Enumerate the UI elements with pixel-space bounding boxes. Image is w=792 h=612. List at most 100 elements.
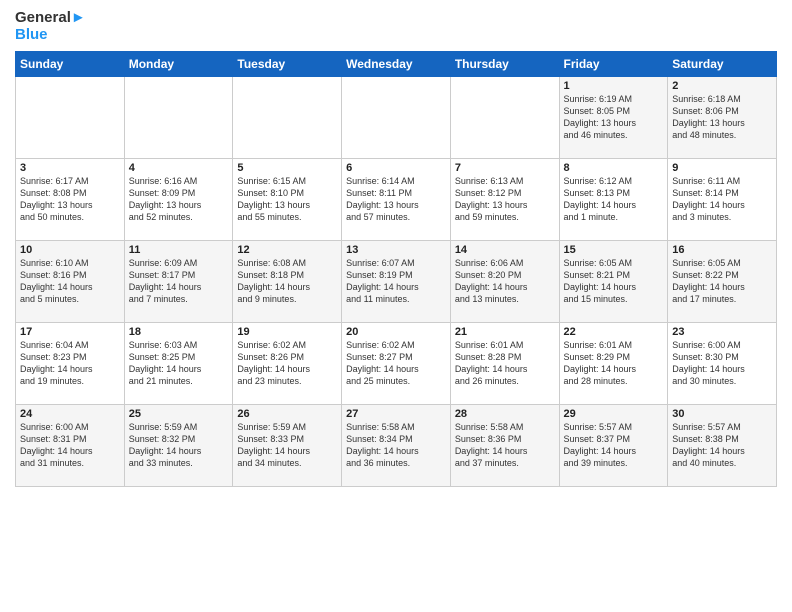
day-info: Sunrise: 6:05 AM Sunset: 8:22 PM Dayligh… [672, 257, 772, 306]
calendar-cell [450, 77, 559, 159]
calendar-cell: 26Sunrise: 5:59 AM Sunset: 8:33 PM Dayli… [233, 405, 342, 487]
day-number: 16 [672, 244, 772, 256]
day-number: 2 [672, 80, 772, 92]
calendar-cell: 25Sunrise: 5:59 AM Sunset: 8:32 PM Dayli… [124, 405, 233, 487]
calendar-cell: 8Sunrise: 6:12 AM Sunset: 8:13 PM Daylig… [559, 159, 668, 241]
calendar-cell: 6Sunrise: 6:14 AM Sunset: 8:11 PM Daylig… [342, 159, 451, 241]
day-info: Sunrise: 6:16 AM Sunset: 8:09 PM Dayligh… [129, 175, 229, 224]
day-info: Sunrise: 5:59 AM Sunset: 8:32 PM Dayligh… [129, 421, 229, 470]
day-number: 13 [346, 244, 446, 256]
day-number: 23 [672, 326, 772, 338]
day-number: 29 [564, 408, 664, 420]
day-info: Sunrise: 6:18 AM Sunset: 8:06 PM Dayligh… [672, 93, 772, 142]
calendar-week-4: 17Sunrise: 6:04 AM Sunset: 8:23 PM Dayli… [16, 323, 777, 405]
day-info: Sunrise: 6:02 AM Sunset: 8:27 PM Dayligh… [346, 339, 446, 388]
day-number: 30 [672, 408, 772, 420]
calendar-week-5: 24Sunrise: 6:00 AM Sunset: 8:31 PM Dayli… [16, 405, 777, 487]
day-info: Sunrise: 6:02 AM Sunset: 8:26 PM Dayligh… [237, 339, 337, 388]
day-info: Sunrise: 6:08 AM Sunset: 8:18 PM Dayligh… [237, 257, 337, 306]
day-number: 6 [346, 162, 446, 174]
calendar-cell: 18Sunrise: 6:03 AM Sunset: 8:25 PM Dayli… [124, 323, 233, 405]
day-info: Sunrise: 6:12 AM Sunset: 8:13 PM Dayligh… [564, 175, 664, 224]
day-number: 22 [564, 326, 664, 338]
day-info: Sunrise: 6:11 AM Sunset: 8:14 PM Dayligh… [672, 175, 772, 224]
calendar-cell [124, 77, 233, 159]
day-info: Sunrise: 5:59 AM Sunset: 8:33 PM Dayligh… [237, 421, 337, 470]
day-info: Sunrise: 5:57 AM Sunset: 8:37 PM Dayligh… [564, 421, 664, 470]
day-info: Sunrise: 5:57 AM Sunset: 8:38 PM Dayligh… [672, 421, 772, 470]
calendar-header-friday: Friday [559, 52, 668, 77]
calendar-header-row: SundayMondayTuesdayWednesdayThursdayFrid… [16, 52, 777, 77]
calendar-cell: 9Sunrise: 6:11 AM Sunset: 8:14 PM Daylig… [668, 159, 777, 241]
day-info: Sunrise: 6:05 AM Sunset: 8:21 PM Dayligh… [564, 257, 664, 306]
calendar-week-2: 3Sunrise: 6:17 AM Sunset: 8:08 PM Daylig… [16, 159, 777, 241]
calendar-cell: 16Sunrise: 6:05 AM Sunset: 8:22 PM Dayli… [668, 241, 777, 323]
day-info: Sunrise: 6:09 AM Sunset: 8:17 PM Dayligh… [129, 257, 229, 306]
day-number: 10 [20, 244, 120, 256]
calendar-cell [342, 77, 451, 159]
calendar-cell: 22Sunrise: 6:01 AM Sunset: 8:29 PM Dayli… [559, 323, 668, 405]
day-number: 25 [129, 408, 229, 420]
calendar-cell: 19Sunrise: 6:02 AM Sunset: 8:26 PM Dayli… [233, 323, 342, 405]
calendar-cell: 30Sunrise: 5:57 AM Sunset: 8:38 PM Dayli… [668, 405, 777, 487]
calendar-header-sunday: Sunday [16, 52, 125, 77]
calendar-cell: 20Sunrise: 6:02 AM Sunset: 8:27 PM Dayli… [342, 323, 451, 405]
calendar-cell: 23Sunrise: 6:00 AM Sunset: 8:30 PM Dayli… [668, 323, 777, 405]
day-number: 20 [346, 326, 446, 338]
calendar-header-wednesday: Wednesday [342, 52, 451, 77]
day-info: Sunrise: 5:58 AM Sunset: 8:36 PM Dayligh… [455, 421, 555, 470]
day-number: 24 [20, 408, 120, 420]
day-number: 15 [564, 244, 664, 256]
day-number: 1 [564, 80, 664, 92]
calendar-cell: 14Sunrise: 6:06 AM Sunset: 8:20 PM Dayli… [450, 241, 559, 323]
day-number: 8 [564, 162, 664, 174]
calendar-cell: 2Sunrise: 6:18 AM Sunset: 8:06 PM Daylig… [668, 77, 777, 159]
calendar-cell: 13Sunrise: 6:07 AM Sunset: 8:19 PM Dayli… [342, 241, 451, 323]
logo: General► Blue [15, 10, 86, 43]
calendar-cell: 27Sunrise: 5:58 AM Sunset: 8:34 PM Dayli… [342, 405, 451, 487]
day-info: Sunrise: 6:13 AM Sunset: 8:12 PM Dayligh… [455, 175, 555, 224]
calendar-cell: 28Sunrise: 5:58 AM Sunset: 8:36 PM Dayli… [450, 405, 559, 487]
calendar-header-tuesday: Tuesday [233, 52, 342, 77]
day-info: Sunrise: 6:07 AM Sunset: 8:19 PM Dayligh… [346, 257, 446, 306]
day-info: Sunrise: 6:10 AM Sunset: 8:16 PM Dayligh… [20, 257, 120, 306]
day-number: 27 [346, 408, 446, 420]
calendar-header-saturday: Saturday [668, 52, 777, 77]
calendar-cell: 1Sunrise: 6:19 AM Sunset: 8:05 PM Daylig… [559, 77, 668, 159]
day-number: 19 [237, 326, 337, 338]
day-info: Sunrise: 6:03 AM Sunset: 8:25 PM Dayligh… [129, 339, 229, 388]
calendar-cell: 5Sunrise: 6:15 AM Sunset: 8:10 PM Daylig… [233, 159, 342, 241]
day-info: Sunrise: 6:00 AM Sunset: 8:31 PM Dayligh… [20, 421, 120, 470]
calendar-week-1: 1Sunrise: 6:19 AM Sunset: 8:05 PM Daylig… [16, 77, 777, 159]
day-info: Sunrise: 6:01 AM Sunset: 8:29 PM Dayligh… [564, 339, 664, 388]
calendar-cell: 24Sunrise: 6:00 AM Sunset: 8:31 PM Dayli… [16, 405, 125, 487]
calendar-cell [233, 77, 342, 159]
calendar-cell: 4Sunrise: 6:16 AM Sunset: 8:09 PM Daylig… [124, 159, 233, 241]
calendar-header-monday: Monday [124, 52, 233, 77]
day-info: Sunrise: 5:58 AM Sunset: 8:34 PM Dayligh… [346, 421, 446, 470]
page: General► Blue SundayMondayTuesdayWednesd… [0, 0, 792, 612]
calendar-cell: 7Sunrise: 6:13 AM Sunset: 8:12 PM Daylig… [450, 159, 559, 241]
day-number: 21 [455, 326, 555, 338]
day-number: 9 [672, 162, 772, 174]
calendar-header-thursday: Thursday [450, 52, 559, 77]
day-number: 14 [455, 244, 555, 256]
day-number: 7 [455, 162, 555, 174]
day-info: Sunrise: 6:19 AM Sunset: 8:05 PM Dayligh… [564, 93, 664, 142]
calendar-cell: 15Sunrise: 6:05 AM Sunset: 8:21 PM Dayli… [559, 241, 668, 323]
calendar-cell: 29Sunrise: 5:57 AM Sunset: 8:37 PM Dayli… [559, 405, 668, 487]
day-info: Sunrise: 6:17 AM Sunset: 8:08 PM Dayligh… [20, 175, 120, 224]
day-info: Sunrise: 6:01 AM Sunset: 8:28 PM Dayligh… [455, 339, 555, 388]
calendar-cell: 11Sunrise: 6:09 AM Sunset: 8:17 PM Dayli… [124, 241, 233, 323]
calendar-cell [16, 77, 125, 159]
calendar-cell: 12Sunrise: 6:08 AM Sunset: 8:18 PM Dayli… [233, 241, 342, 323]
calendar-cell: 17Sunrise: 6:04 AM Sunset: 8:23 PM Dayli… [16, 323, 125, 405]
day-number: 26 [237, 408, 337, 420]
day-number: 5 [237, 162, 337, 174]
day-number: 18 [129, 326, 229, 338]
day-info: Sunrise: 6:04 AM Sunset: 8:23 PM Dayligh… [20, 339, 120, 388]
day-number: 17 [20, 326, 120, 338]
day-number: 3 [20, 162, 120, 174]
calendar-week-3: 10Sunrise: 6:10 AM Sunset: 8:16 PM Dayli… [16, 241, 777, 323]
header: General► Blue [15, 10, 777, 43]
